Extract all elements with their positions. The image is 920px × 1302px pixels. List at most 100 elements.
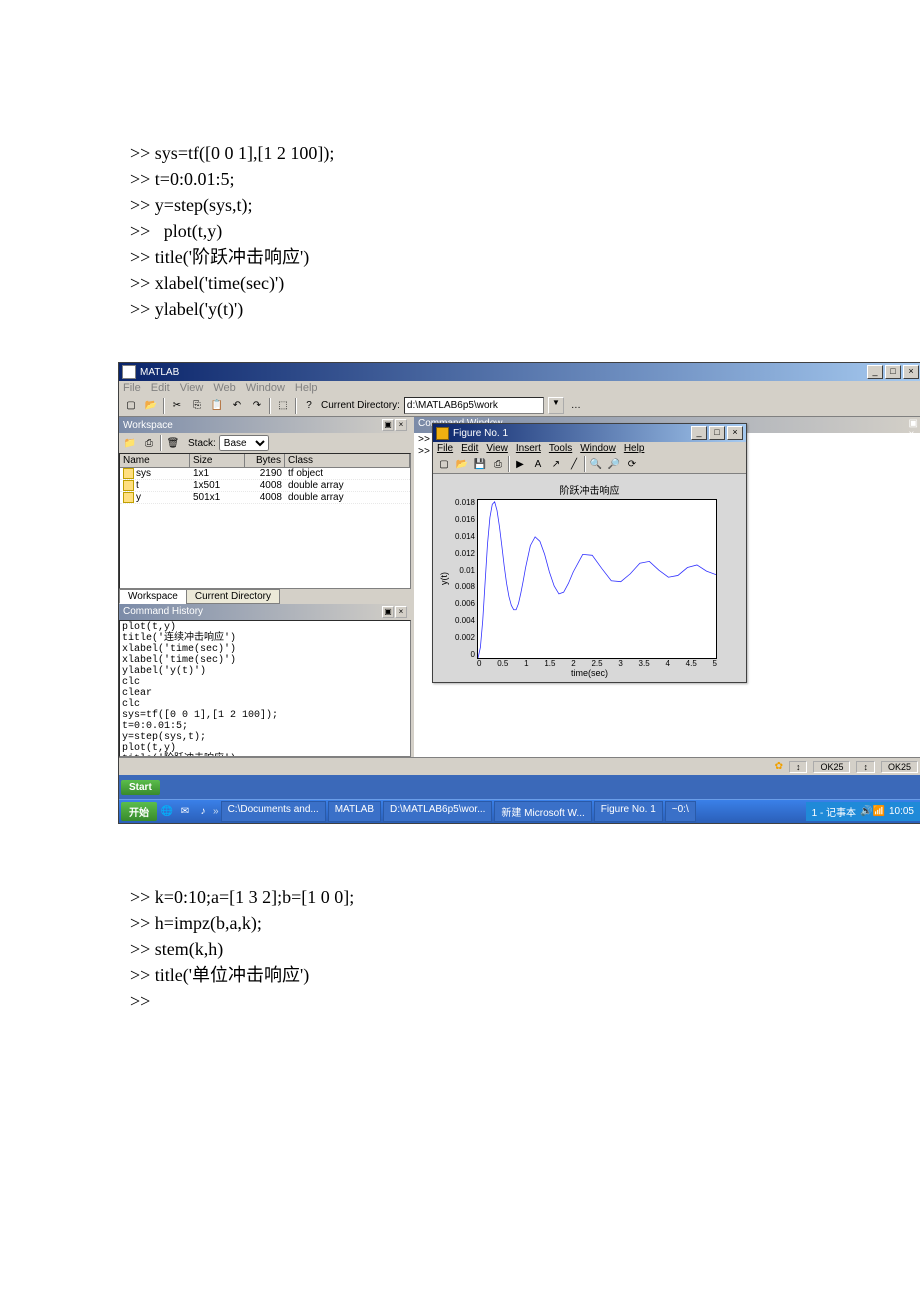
table-row[interactable]: sys1x12190tf object	[120, 468, 410, 480]
menu-view[interactable]: View	[486, 443, 508, 454]
redo-icon[interactable]: ↷	[249, 398, 265, 414]
workspace-tabs[interactable]: WorkspaceCurrent Directory	[119, 589, 411, 604]
history-line[interactable]: plot(t,y)	[122, 622, 408, 633]
workspace-table[interactable]: NameSizeBytesClass sys1x12190tf objectt1…	[119, 453, 411, 589]
figure-toolbar[interactable]: ▢ 📂 💾 ⎙ ▶ A ↗ ╱ 🔍 🔎 ⟳	[433, 455, 746, 474]
figure-window[interactable]: Figure No. 1 _ □ × File Edit View Insert Too…	[432, 423, 747, 683]
figure-titlebar[interactable]: Figure No. 1 _ □ ×	[433, 424, 746, 442]
curdir-input[interactable]	[404, 397, 544, 414]
undock-icon[interactable]: ▣	[382, 606, 394, 618]
undock-icon[interactable]: ▣	[909, 418, 918, 429]
table-row[interactable]: t1x5014008double array	[120, 480, 410, 492]
menu-file[interactable]: File	[123, 382, 141, 394]
minimize-button[interactable]: _	[867, 365, 883, 379]
menu-help[interactable]: Help	[624, 443, 645, 454]
status-bar: ✿ ↕ OK25 ↕ OK25	[119, 757, 920, 775]
matlab-inner-taskbar[interactable]: Start	[119, 775, 920, 799]
system-tray[interactable]: 1 - 记事本 🔊📶 10:05	[806, 802, 920, 821]
command-history[interactable]: plot(t,y)title('连续冲击响应')xlabel('time(sec…	[119, 620, 411, 758]
windows-taskbar[interactable]: 开始 🌐 ✉ ♪ » C:\Documents and...MATLABD:\M…	[119, 799, 920, 823]
dropdown-icon[interactable]: ▼	[548, 397, 564, 414]
menu-file[interactable]: File	[437, 443, 453, 454]
menu-window[interactable]: Window	[246, 382, 285, 394]
tray-item[interactable]: 1 - 记事本	[812, 804, 856, 819]
history-line[interactable]: t=0:0.01:5;	[122, 721, 408, 732]
history-line[interactable]: xlabel('time(sec)')	[122, 655, 408, 666]
delete-icon[interactable]: 🗑	[165, 435, 181, 451]
text-icon[interactable]: A	[530, 456, 546, 472]
taskbar-item[interactable]: Figure No. 1	[594, 801, 663, 822]
new-figure-icon[interactable]: ▢	[436, 456, 452, 472]
line-icon[interactable]: ╱	[566, 456, 582, 472]
history-header[interactable]: Command History ▣×	[119, 604, 411, 620]
taskbar-item[interactable]: D:\MATLAB6p5\wor...	[383, 801, 492, 822]
history-line[interactable]: clc	[122, 677, 408, 688]
menu-view[interactable]: View	[180, 382, 204, 394]
workspace-toolbar[interactable]: 📁 ⎙ 🗑 Stack: Base	[119, 433, 411, 453]
history-line[interactable]: title('阶跃冲击响应')	[122, 754, 408, 758]
close-button[interactable]: ×	[727, 426, 743, 440]
history-line[interactable]: clc	[122, 699, 408, 710]
paste-icon[interactable]: 📋	[209, 398, 225, 414]
arrow-icon[interactable]: ↗	[548, 456, 564, 472]
code-line: >> title('阶跃冲击响应')	[130, 244, 790, 270]
undock-icon[interactable]: ▣	[382, 419, 394, 431]
help-icon[interactable]: ?	[301, 398, 317, 414]
stack-select[interactable]: Base	[219, 435, 269, 451]
history-line[interactable]: sys=tf([0 0 1],[1 2 100]);	[122, 710, 408, 721]
workspace-header[interactable]: Workspace ▣×	[119, 417, 411, 433]
close-button[interactable]: ×	[903, 365, 919, 379]
start-button[interactable]: 开始	[121, 802, 157, 821]
minimize-button[interactable]: _	[691, 426, 707, 440]
taskbar-item[interactable]: MATLAB	[328, 801, 381, 822]
close-icon[interactable]: ×	[395, 419, 407, 431]
taskbar-item[interactable]: ~0:\	[665, 801, 696, 822]
menu-insert[interactable]: Insert	[516, 443, 541, 454]
zoom-in-icon[interactable]: 🔍	[588, 456, 604, 472]
app-title: MATLAB	[140, 367, 179, 378]
menu-window[interactable]: Window	[580, 443, 616, 454]
zoom-out-icon[interactable]: 🔎	[606, 456, 622, 472]
matlab-titlebar[interactable]: MATLAB _ □ ×	[119, 363, 920, 381]
menubar[interactable]: File Edit View Web Window Help	[119, 381, 920, 395]
taskbar-item[interactable]: 新建 Microsoft W...	[494, 801, 591, 822]
menu-edit[interactable]: Edit	[461, 443, 478, 454]
print-icon[interactable]: ⎙	[490, 456, 506, 472]
tab-workspace[interactable]: Workspace	[119, 589, 187, 604]
history-line[interactable]: title('连续冲击响应')	[122, 633, 408, 644]
xlabel: time(sec)	[439, 668, 740, 678]
tab-current directory[interactable]: Current Directory	[186, 589, 280, 604]
history-line[interactable]: xlabel('time(sec)')	[122, 644, 408, 655]
browse-icon[interactable]: …	[568, 398, 584, 414]
history-line[interactable]: y=step(sys,t);	[122, 732, 408, 743]
menu-help[interactable]: Help	[295, 382, 318, 394]
history-line[interactable]: clear	[122, 688, 408, 699]
simulink-icon[interactable]: ⬚	[275, 398, 291, 414]
pointer-icon[interactable]: ▶	[512, 456, 528, 472]
rotate-icon[interactable]: ⟳	[624, 456, 640, 472]
cut-icon[interactable]: ✂	[169, 398, 185, 414]
figure-menubar[interactable]: File Edit View Insert Tools Window Help	[433, 442, 746, 455]
open-icon[interactable]: 📂	[143, 398, 159, 414]
code-block-bottom: >> k=0:10;a=[1 3 2];b=[1 0 0];>> h=impz(…	[130, 884, 790, 1014]
save-icon[interactable]: 💾	[472, 456, 488, 472]
menu-edit[interactable]: Edit	[151, 382, 170, 394]
maximize-button[interactable]: □	[885, 365, 901, 379]
menu-web[interactable]: Web	[213, 382, 235, 394]
close-icon[interactable]: ×	[395, 606, 407, 618]
curdir-label: Current Directory:	[321, 400, 400, 411]
start-button-inner[interactable]: Start	[121, 780, 160, 795]
open-icon[interactable]: 📂	[454, 456, 470, 472]
copy-icon[interactable]: ⎘	[189, 398, 205, 414]
undo-icon[interactable]: ↶	[229, 398, 245, 414]
menu-tools[interactable]: Tools	[549, 443, 572, 454]
open-var-icon[interactable]: 📁	[122, 435, 138, 451]
taskbar-item[interactable]: C:\Documents and...	[221, 801, 326, 822]
table-row[interactable]: y501x14008double array	[120, 492, 410, 504]
main-toolbar[interactable]: ▢ 📂 ✂ ⎘ 📋 ↶ ↷ ⬚ ? Current Directory: ▼ …	[119, 395, 920, 417]
maximize-button[interactable]: □	[709, 426, 725, 440]
history-line[interactable]: plot(t,y)	[122, 743, 408, 754]
graph-icon[interactable]: ⎙	[141, 435, 157, 451]
new-icon[interactable]: ▢	[123, 398, 139, 414]
history-line[interactable]: ylabel('y(t)')	[122, 666, 408, 677]
